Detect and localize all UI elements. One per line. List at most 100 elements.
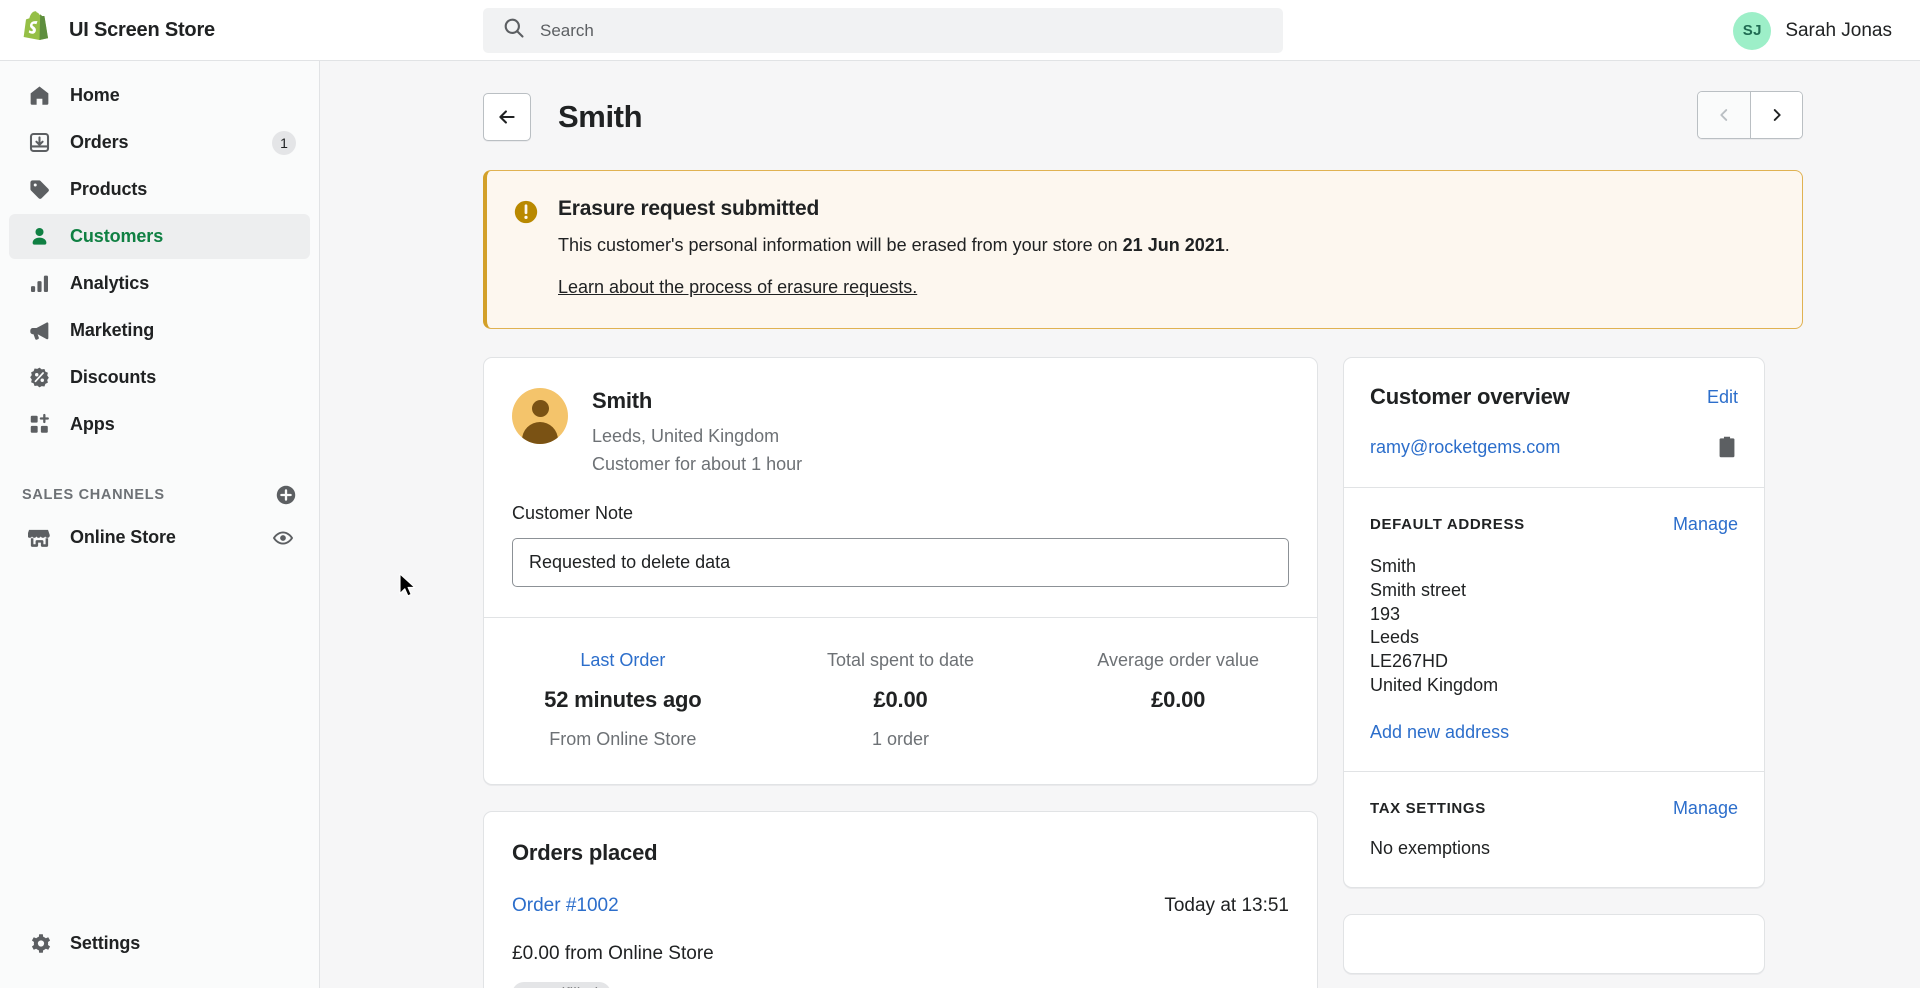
sidebar-item-analytics[interactable]: Analytics <box>9 261 310 306</box>
sidebar-item-orders[interactable]: Orders 1 <box>9 120 310 165</box>
sidebar-item-label: Apps <box>70 414 115 434</box>
stat-total-spent: Total spent to date £0.00 1 order <box>762 650 1040 750</box>
brand[interactable]: UI Screen Store <box>0 11 320 49</box>
manage-address-button[interactable]: Manage <box>1673 514 1738 535</box>
sidebar-item-customers[interactable]: Customers <box>9 214 310 259</box>
eye-icon[interactable] <box>272 527 294 549</box>
person-icon <box>27 225 51 249</box>
plus-circle-icon[interactable] <box>275 484 297 506</box>
address-line: United Kingdom <box>1370 674 1499 695</box>
status-badge: 1 <box>272 130 296 155</box>
storefront-icon <box>27 526 51 550</box>
apps-grid-plus-icon <box>27 413 51 437</box>
avatar: SJ <box>1733 11 1772 50</box>
sidebar-item-label: Marketing <box>70 320 155 340</box>
sidebar-item-products[interactable]: Products <box>9 167 310 212</box>
order-time: Today at 13:51 <box>1164 895 1289 917</box>
address-line: 193 <box>1370 603 1401 624</box>
sidebar-item-label: Discounts <box>70 367 157 387</box>
address-line: LE267HD <box>1370 651 1449 672</box>
sidebar-item-label: Home <box>70 85 120 105</box>
stat-average-order-value: Average order value £0.00 <box>1039 650 1317 750</box>
banner-learn-more-link[interactable]: Learn about the process of erasure reque… <box>558 277 917 298</box>
prev-page-button[interactable] <box>1698 92 1750 138</box>
sidebar-item-label: Orders <box>70 132 129 152</box>
right-column: Customer overview Edit ramy@rocketgems.c… <box>1343 357 1765 974</box>
search-input[interactable]: Search <box>483 8 1283 53</box>
sidebar-nav: Home Orders 1 Products Customers Analyti… <box>0 61 319 447</box>
order-amount: £0.00 from Online Store <box>512 943 714 965</box>
edit-button[interactable]: Edit <box>1707 387 1738 408</box>
banner-title: Erasure request submitted <box>558 197 820 220</box>
orders-inbox-icon <box>27 131 51 155</box>
address-line: Leeds <box>1370 627 1420 648</box>
clipboard-copy-icon[interactable] <box>1716 435 1738 459</box>
sidebar-item-online-store[interactable]: Online Store <box>9 515 310 560</box>
page-header: Smith <box>483 89 1803 144</box>
banner-text: This customer's personal information wil… <box>558 232 1230 258</box>
sidebar-item-label: Online Store <box>70 527 176 547</box>
address-line: Smith street <box>1370 579 1467 600</box>
home-icon <box>27 84 51 108</box>
tax-settings-title: TAX SETTINGS <box>1370 799 1486 817</box>
banner-text-after: . <box>1224 235 1230 255</box>
search-container: Search <box>483 8 1283 53</box>
sales-channels-header: SALES CHANNELS <box>22 481 297 509</box>
stat-label: Total spent to date <box>826 650 975 671</box>
sidebar-item-home[interactable]: Home <box>9 73 310 118</box>
alert-exclamation-icon <box>513 199 539 225</box>
manage-tax-button[interactable]: Manage <box>1673 798 1738 819</box>
search-placeholder: Search <box>540 20 594 40</box>
user-menu[interactable]: SJ Sarah Jonas <box>1727 0 1898 61</box>
pagination <box>1697 91 1803 139</box>
add-new-address-link[interactable]: Add new address <box>1370 722 1509 743</box>
customer-note-label: Customer Note <box>512 503 634 524</box>
stat-label: Average order value <box>1097 650 1260 671</box>
customer-email-link[interactable]: ramy@rocketgems.com <box>1370 437 1560 458</box>
customer-tenure: Customer for about 1 hour <box>592 454 803 475</box>
customer-email-row: ramy@rocketgems.com <box>1344 410 1764 487</box>
customer-note-input[interactable] <box>512 538 1289 588</box>
stat-value: £0.00 <box>1151 687 1206 713</box>
tag-icon <box>27 178 51 202</box>
customer-overview-title: Customer overview <box>1370 384 1570 410</box>
content-columns: Smith Leeds, United Kingdom Customer for… <box>483 357 1803 988</box>
gear-icon <box>27 932 51 956</box>
person-avatar-icon <box>512 388 568 445</box>
megaphone-icon <box>27 319 51 343</box>
status-badge: Fulfilled <box>512 982 612 988</box>
stat-value: 52 minutes ago <box>544 687 702 713</box>
user-name: Sarah Jonas <box>1785 19 1892 41</box>
erasure-request-banner: Erasure request submitted This customer'… <box>483 170 1803 330</box>
table-row: Order #1002 Today at 13:51 <box>512 895 1289 917</box>
tax-settings-section: TAX SETTINGS Manage No exemptions <box>1344 770 1764 887</box>
stat-label[interactable]: Last Order <box>484 650 762 671</box>
left-column: Smith Leeds, United Kingdom Customer for… <box>483 357 1318 988</box>
sidebar-item-settings[interactable]: Settings <box>9 921 311 966</box>
stat-last-order: Last Order 52 minutes ago From Online St… <box>484 650 762 750</box>
sidebar-item-label: Settings <box>70 933 141 953</box>
sidebar: Home Orders 1 Products Customers Analyti… <box>0 61 320 988</box>
sales-channels-title: SALES CHANNELS <box>22 487 165 503</box>
stat-sub: 1 order <box>871 729 930 750</box>
sidebar-item-label: Analytics <box>70 273 150 293</box>
sidebar-item-marketing[interactable]: Marketing <box>9 308 310 353</box>
brand-name: UI Screen Store <box>69 18 215 41</box>
banner-text-before: This customer's personal information wil… <box>558 235 1123 255</box>
orders-placed-card: Orders placed Order #1002 Today at 13:51… <box>483 811 1318 988</box>
search-icon <box>503 17 525 44</box>
tax-exemptions-text: No exemptions <box>1370 837 1491 858</box>
customer-overview-header: Customer overview Edit <box>1344 358 1764 410</box>
customer-note-block: Customer Note <box>484 477 1317 617</box>
banner-erasure-date: 21 Jun 2021 <box>1122 235 1225 255</box>
page-title: Smith <box>558 98 643 134</box>
sidebar-item-label: Products <box>70 179 148 199</box>
next-page-button[interactable] <box>1750 92 1802 138</box>
main-content: Smith Erasure request submitted This cus… <box>320 61 1920 988</box>
sidebar-item-apps[interactable]: Apps <box>9 402 310 447</box>
order-link[interactable]: Order #1002 <box>512 895 619 917</box>
sidebar-item-discounts[interactable]: Discounts <box>9 355 310 400</box>
top-bar: UI Screen Store Search SJ Sarah Jonas <box>0 0 1920 61</box>
back-button[interactable] <box>483 92 531 141</box>
customer-overview-card: Customer overview Edit ramy@rocketgems.c… <box>1343 357 1765 888</box>
